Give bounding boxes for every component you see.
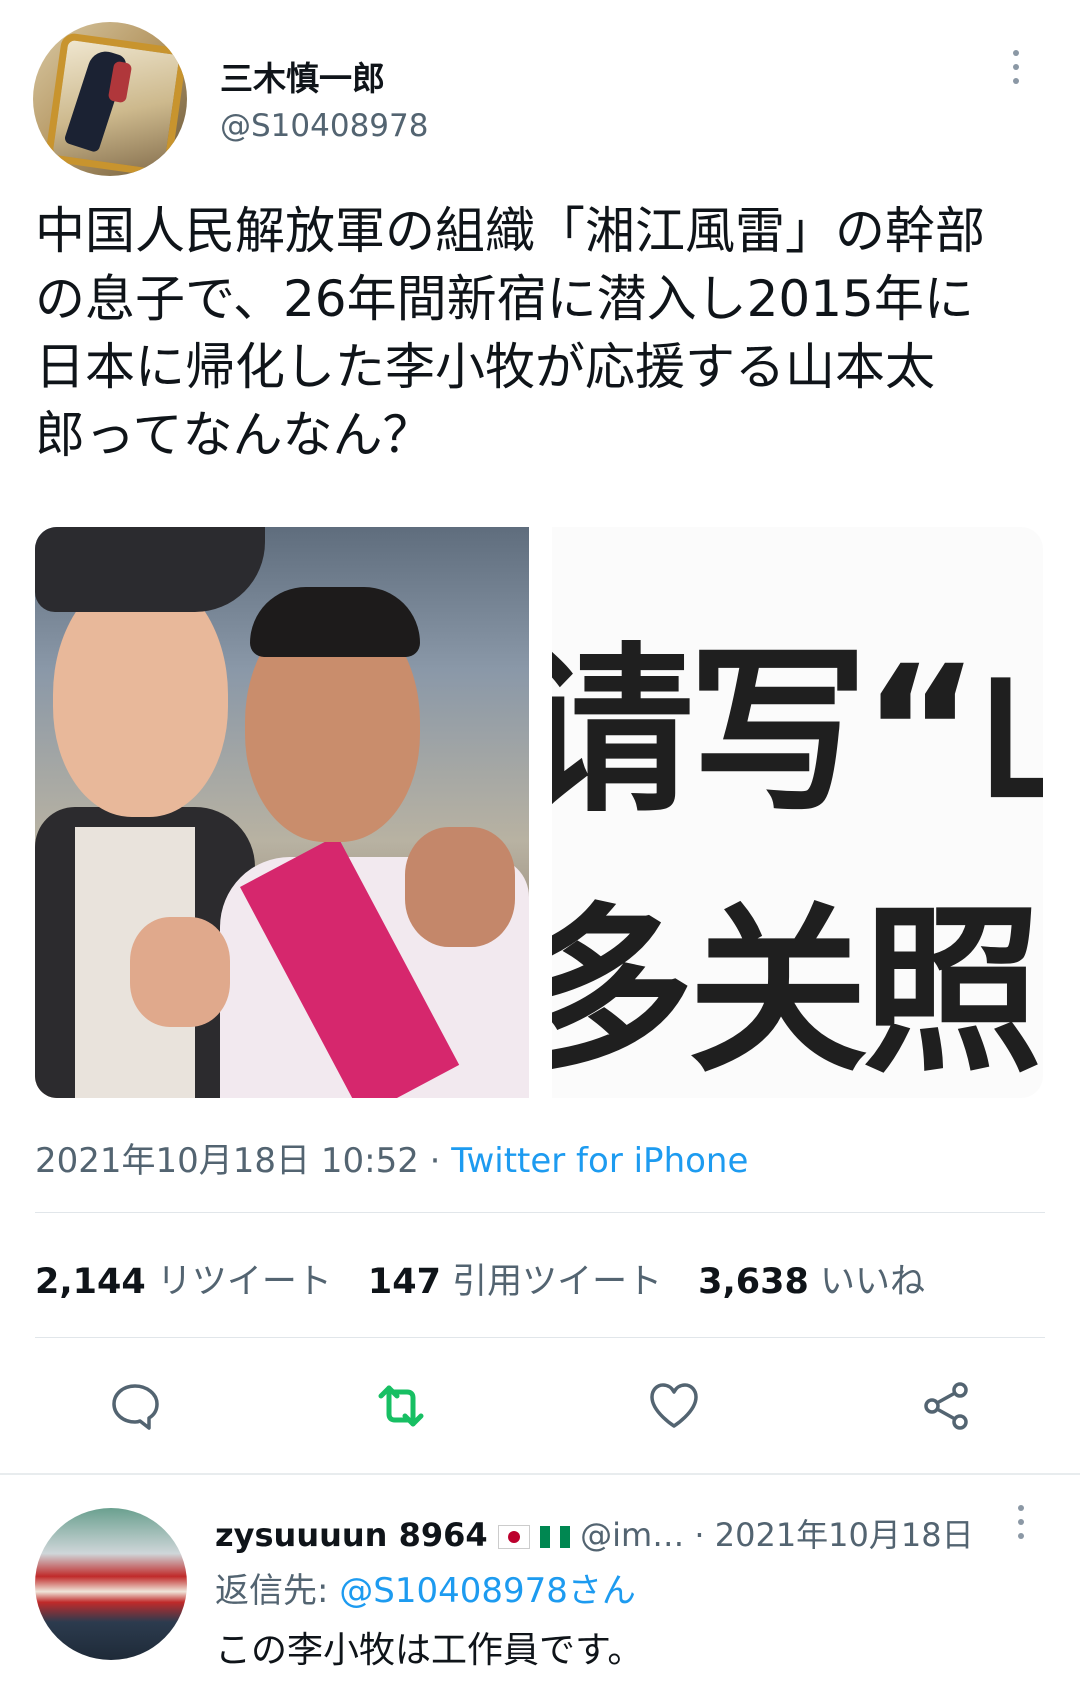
reply-author-name[interactable]: zysuuuun 8964 bbox=[215, 1516, 488, 1554]
tweet-text: 中国人民解放軍の組織「湘江風雷」の幹部 の息子で、26年間新宿に潜入し2015年… bbox=[35, 202, 985, 464]
japan-flag-icon bbox=[497, 1525, 530, 1549]
reply-author-avatar[interactable] bbox=[35, 1508, 187, 1660]
reply-text: この李小牧は工作員です。 bbox=[215, 1630, 644, 1671]
photo-2-text-line-2: 多关照 bbox=[552, 888, 1042, 1097]
tweet-media: 请写“山 多关照 bbox=[35, 527, 1043, 1098]
reply-to-line: 返信先: @S10408978さん bbox=[215, 1563, 636, 1612]
author-display-name[interactable]: 三木慎一郎 bbox=[220, 52, 385, 100]
reply-more-options-icon[interactable] bbox=[1015, 1505, 1027, 1541]
author-handle[interactable]: @S10408978 bbox=[220, 108, 428, 144]
tweet-timestamp[interactable]: 2021年10月18日 10:52 bbox=[35, 1141, 419, 1181]
divider bbox=[35, 1337, 1045, 1338]
reply-icon[interactable] bbox=[107, 1378, 163, 1434]
author-avatar[interactable] bbox=[33, 22, 187, 176]
quotes-stat[interactable]: 147 引用ツイート bbox=[368, 1262, 662, 1302]
section-divider bbox=[0, 1473, 1080, 1475]
reply-to-mention[interactable]: @S10408978さん bbox=[339, 1571, 636, 1611]
reply-to-label: 返信先: bbox=[215, 1571, 340, 1611]
tweet-photo-1[interactable] bbox=[35, 527, 529, 1098]
photo-2-text-line-1: 请写“山 bbox=[552, 628, 1043, 837]
like-icon[interactable] bbox=[646, 1378, 702, 1434]
reply-header: zysuuuun 8964 @im… · 2021年10月18日 bbox=[215, 1510, 974, 1556]
tweet-meta: 2021年10月18日 10:52 · Twitter for iPhone bbox=[35, 1133, 748, 1182]
retweets-stat[interactable]: 2,144 リツイート bbox=[35, 1262, 332, 1302]
more-options-icon[interactable] bbox=[1010, 50, 1022, 86]
likes-stat[interactable]: 3,638 いいね bbox=[698, 1262, 925, 1302]
divider bbox=[35, 1212, 1045, 1213]
meta-separator: · bbox=[418, 1141, 452, 1181]
tweet-source-link[interactable]: Twitter for iPhone bbox=[451, 1141, 748, 1181]
share-icon[interactable] bbox=[918, 1378, 974, 1434]
tweet-photo-2[interactable]: 请写“山 多关照 bbox=[552, 527, 1043, 1098]
tweet-stats: 2,144 リツイート 147 引用ツイート 3,638 いいね bbox=[35, 1253, 925, 1304]
reply-author-handle[interactable]: @im… bbox=[580, 1516, 684, 1554]
reply-date[interactable]: · 2021年10月18日 bbox=[694, 1516, 973, 1554]
nigeria-flag-icon bbox=[539, 1526, 570, 1548]
retweet-icon[interactable] bbox=[373, 1378, 429, 1434]
